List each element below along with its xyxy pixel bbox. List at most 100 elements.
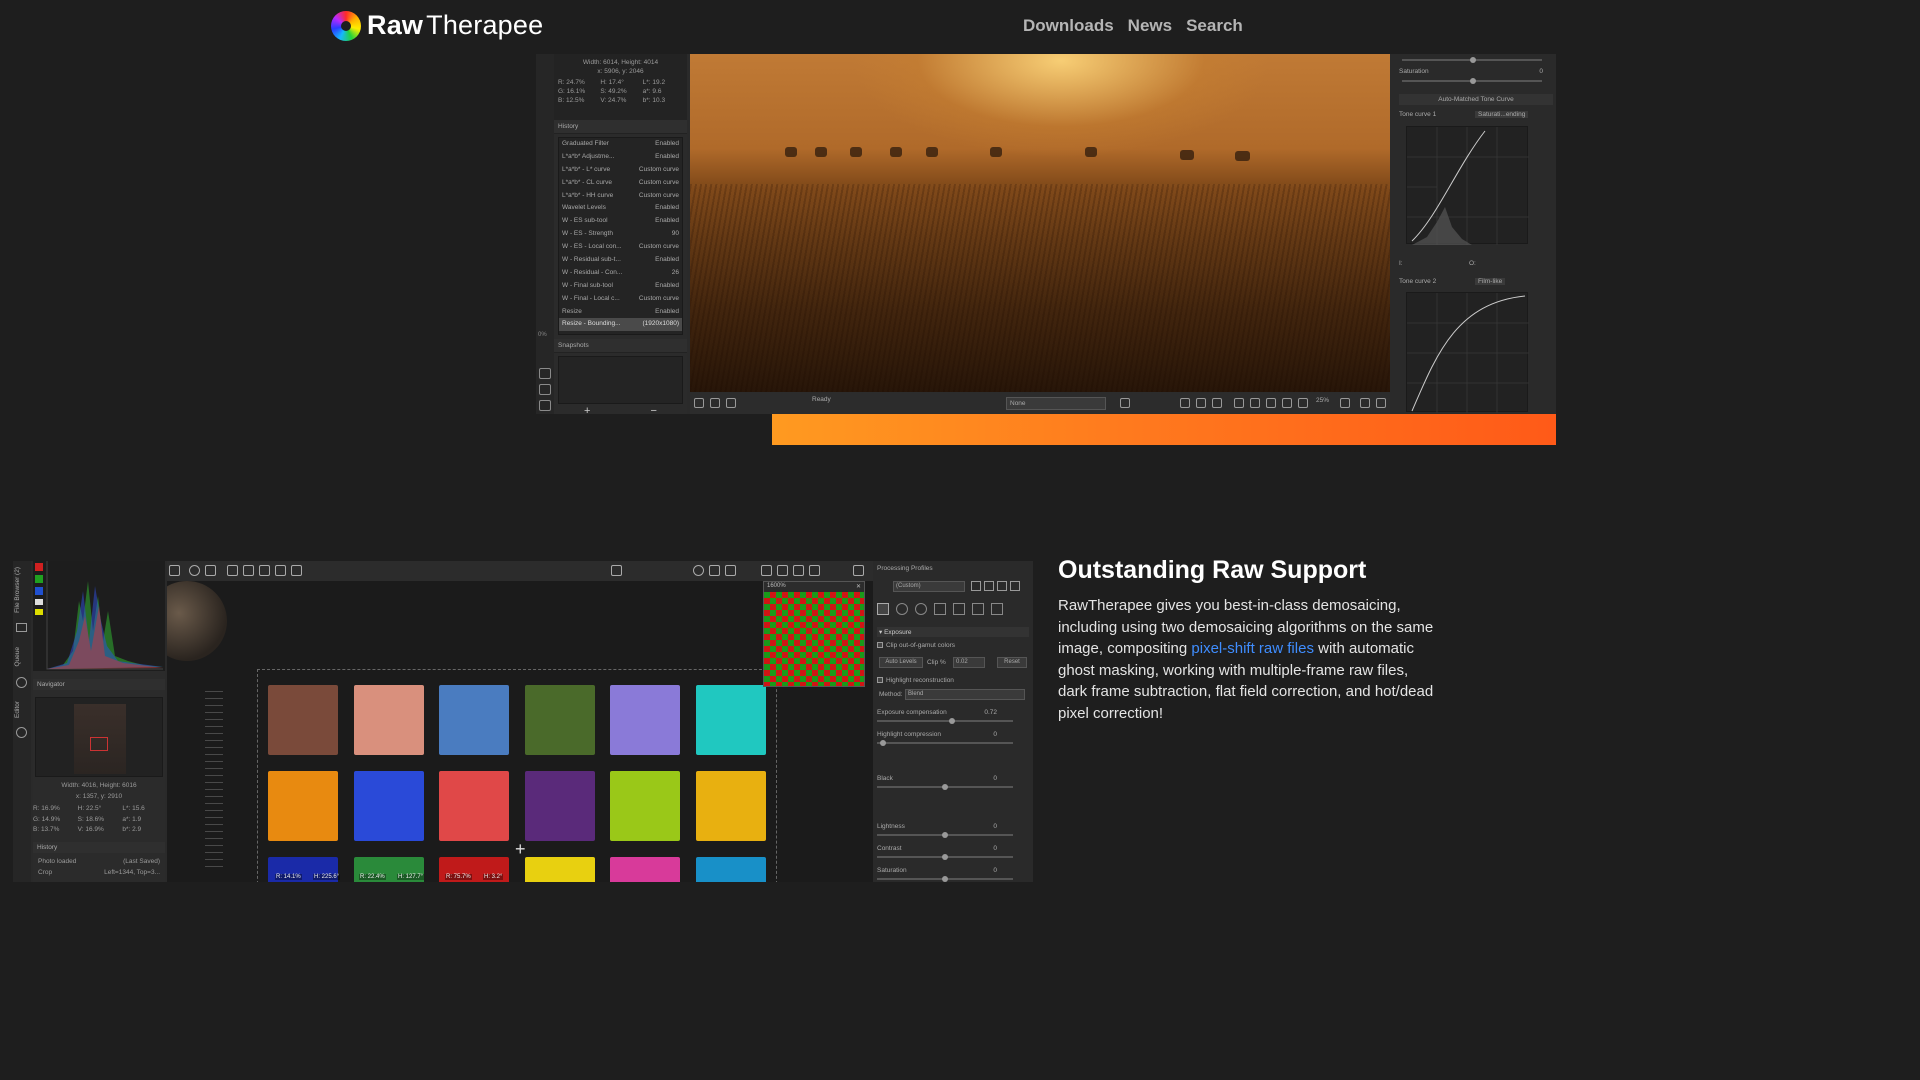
crop-icon[interactable]: [275, 565, 286, 576]
info-icon[interactable]: [189, 565, 200, 576]
slider-stepper[interactable]: [1005, 844, 1027, 852]
tab-color-icon[interactable]: [915, 603, 927, 615]
add-snapshot-button[interactable]: +: [584, 405, 590, 414]
slider-track[interactable]: [877, 832, 1013, 838]
tab-advanced-icon[interactable]: [934, 603, 946, 615]
nav-news[interactable]: News: [1128, 16, 1172, 36]
external-editor-icon[interactable]: [726, 398, 736, 408]
rotate-left-icon[interactable]: [761, 565, 772, 576]
zoom-100-icon[interactable]: [1282, 398, 1292, 408]
slider-knob[interactable]: [1470, 78, 1476, 84]
slider-knob[interactable]: [942, 854, 948, 860]
navigator-preview[interactable]: [35, 697, 163, 777]
fullscreen-icon[interactable]: [1360, 398, 1370, 408]
clip-pct-field[interactable]: 0.02: [953, 657, 985, 668]
clipping-shadow-icon[interactable]: [709, 565, 720, 576]
sync-icon[interactable]: [1196, 398, 1206, 408]
slider-track[interactable]: [877, 718, 1013, 724]
tab-detail-icon[interactable]: [896, 603, 908, 615]
slider-track[interactable]: [877, 876, 1013, 882]
tab-file-browser[interactable]: File Browser (2): [14, 567, 21, 613]
slider-knob[interactable]: [942, 832, 948, 838]
saturation-slider[interactable]: [1402, 78, 1542, 84]
tone-curve-2-mode[interactable]: Film-like: [1475, 278, 1506, 285]
history-item[interactable]: Wavelet Levels Enabled: [559, 202, 682, 215]
auto-matched-button[interactable]: Auto-Matched Tone Curve: [1399, 94, 1553, 105]
history-item[interactable]: Resize - Bounding... (1920x1080): [559, 318, 682, 332]
history-item[interactable]: W - ES - Strength 90: [559, 228, 682, 241]
slider-knob[interactable]: [942, 876, 948, 882]
history-item[interactable]: W - Final - Local c... Custom curve: [559, 293, 682, 306]
slider-stepper[interactable]: [1005, 822, 1027, 830]
tone-curve-2-graph[interactable]: [1406, 292, 1529, 413]
open-profile-icon[interactable]: [971, 581, 981, 591]
slider-track[interactable]: [877, 854, 1013, 860]
history-item[interactable]: W - ES sub-tool Enabled: [559, 215, 682, 228]
clip-gamut-row[interactable]: Clip out-of-gamut colors: [877, 642, 1029, 649]
save-icon[interactable]: [694, 398, 704, 408]
flip-v-icon[interactable]: [809, 565, 820, 576]
history-item[interactable]: L*a*b* - CL curve Custom curve: [559, 177, 682, 190]
save-profile-icon[interactable]: [984, 581, 994, 591]
nav-downloads[interactable]: Downloads: [1023, 16, 1114, 36]
rotate-right-icon[interactable]: [777, 565, 788, 576]
new-window-icon[interactable]: [1340, 398, 1350, 408]
slider-value[interactable]: 0: [993, 845, 997, 852]
history-item[interactable]: L*a*b* - L* curve Custom curve: [559, 164, 682, 177]
before-after-icon[interactable]: [1120, 398, 1130, 408]
history-item[interactable]: W - Residual - Con... 26: [559, 267, 682, 280]
prev-image-icon[interactable]: [1180, 398, 1190, 408]
zoom-in-icon[interactable]: [1250, 398, 1260, 408]
clipping-highlight-icon[interactable]: [725, 565, 736, 576]
history-item[interactable]: Crop Left=1344, Top=3...: [35, 867, 163, 878]
tab-editor[interactable]: Editor: [14, 701, 21, 718]
hide-panels-icon[interactable]: [1376, 398, 1386, 408]
color-picker-icon[interactable]: [259, 565, 270, 576]
queue-icon[interactable]: [710, 398, 720, 408]
history-item[interactable]: Photo loaded (Last Saved): [35, 856, 163, 867]
channel-icon[interactable]: [611, 565, 622, 576]
tab-metadata-icon[interactable]: [991, 603, 1003, 615]
hide-panel-icon[interactable]: [169, 565, 180, 576]
history-item[interactable]: L*a*b* Adjustme... Enabled: [559, 151, 682, 164]
slider-knob[interactable]: [948, 718, 955, 724]
before-after-icon[interactable]: [205, 565, 216, 576]
auto-levels-button[interactable]: Auto Levels: [879, 657, 923, 668]
pixel-shift-link[interactable]: pixel-shift raw files: [1191, 640, 1314, 657]
preview-mode-select[interactable]: None: [1006, 397, 1106, 410]
straighten-icon[interactable]: [291, 565, 302, 576]
filter-icon[interactable]: [853, 565, 864, 576]
history-item[interactable]: L*a*b* - HH curve Custom curve: [559, 190, 682, 203]
slider-knob[interactable]: [942, 784, 948, 790]
tab-exposure-icon[interactable]: [877, 603, 889, 615]
slider-stepper[interactable]: [1005, 708, 1027, 716]
copy-profile-icon[interactable]: [997, 581, 1007, 591]
slider-stepper[interactable]: [1005, 730, 1027, 738]
tab-queue[interactable]: Queue: [14, 647, 21, 667]
zoom-fit-icon[interactable]: [1266, 398, 1276, 408]
slider-knob[interactable]: [1470, 57, 1476, 63]
slider-track[interactable]: [877, 784, 1013, 790]
tone-curve-1-mode[interactable]: Saturati...ending: [1475, 111, 1529, 118]
slider-track[interactable]: [1402, 57, 1542, 63]
history-item[interactable]: W - Final sub-tool Enabled: [559, 280, 682, 293]
checkbox[interactable]: [877, 677, 883, 684]
tab-transform-icon[interactable]: [953, 603, 965, 615]
flip-h-icon[interactable]: [793, 565, 804, 576]
hand-tool-icon[interactable]: [227, 565, 238, 576]
slider-knob[interactable]: [879, 740, 886, 746]
white-balance-picker-icon[interactable]: [243, 565, 254, 576]
history-item[interactable]: W - ES - Local con... Custom curve: [559, 241, 682, 254]
reset-button[interactable]: Reset: [997, 657, 1027, 668]
highlight-recon-row[interactable]: Highlight reconstruction: [877, 677, 1029, 684]
close-icon[interactable]: ✕: [856, 583, 861, 591]
remove-snapshot-button[interactable]: −: [651, 405, 657, 414]
slider-stepper[interactable]: [1005, 774, 1027, 782]
slider-stepper[interactable]: [1005, 866, 1027, 874]
slider-value[interactable]: 0: [993, 823, 997, 830]
tone-curve-1-graph[interactable]: [1406, 126, 1529, 245]
next-image-icon[interactable]: [1212, 398, 1222, 408]
checkbox[interactable]: [877, 642, 883, 649]
slider-value[interactable]: 0: [993, 731, 997, 738]
nav-search[interactable]: Search: [1186, 16, 1243, 36]
